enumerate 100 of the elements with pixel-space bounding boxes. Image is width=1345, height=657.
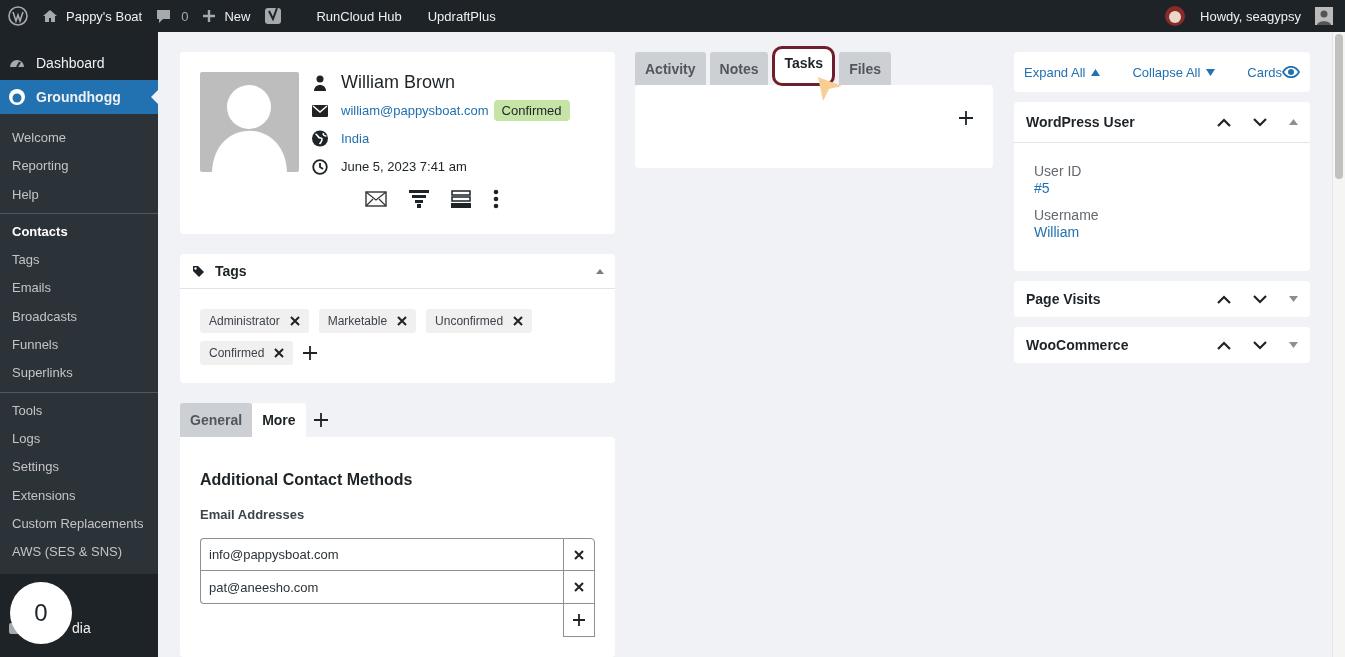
tab[interactable]: General	[180, 403, 253, 437]
tab[interactable]: Files	[839, 52, 892, 85]
notification-count[interactable]: 0	[10, 582, 72, 644]
tag-icon	[192, 264, 205, 278]
sidebar-item[interactable]: AWS (SES & SNS)	[0, 538, 158, 567]
comment-icon	[156, 8, 172, 24]
funnel-icon[interactable]	[408, 189, 429, 209]
globe-icon	[311, 130, 329, 147]
remove-button[interactable]	[563, 538, 595, 571]
sidebar-item[interactable]: Custom Replacements	[0, 509, 158, 539]
sidebar-item[interactable]: dia	[72, 620, 91, 637]
sidebar-item[interactable]: Tags	[0, 246, 158, 275]
triangle-down-icon	[1206, 68, 1216, 76]
sidebar-item[interactable]: Funnels	[0, 331, 158, 360]
stack-icon[interactable]	[450, 190, 471, 208]
comments-link[interactable]: 0	[156, 8, 189, 24]
close-icon	[574, 582, 584, 592]
input-field[interactable]: pat@aneesho.com	[200, 570, 563, 604]
add-icon[interactable]	[959, 111, 973, 125]
sidebar-item[interactable]: Welcome	[0, 124, 158, 153]
remove-icon[interactable]	[274, 348, 285, 358]
account-link[interactable]: Howdy, seagypsy	[1200, 8, 1301, 24]
clock-icon	[311, 158, 329, 175]
tag-label: Administrator	[209, 314, 280, 328]
new-link[interactable]: New	[202, 8, 251, 24]
move-up-icon[interactable]	[1217, 340, 1231, 350]
remove-icon[interactable]	[289, 316, 300, 326]
move-up-icon[interactable]	[1217, 117, 1231, 127]
move-down-icon[interactable]	[1253, 117, 1267, 127]
field-label: Username	[1034, 207, 1100, 223]
toggle-icon[interactable]	[1289, 119, 1298, 125]
move-up-icon[interactable]	[1217, 294, 1231, 304]
field-value-link[interactable]: #5	[1034, 180, 1050, 196]
tab[interactable]: Notes	[709, 52, 769, 85]
admin-bar-link[interactable]: UpdraftPlus	[427, 8, 496, 24]
lion-icon	[8, 88, 26, 106]
admin-bar-link[interactable]: RunCloud Hub	[316, 8, 402, 24]
panel-title: Tags	[215, 263, 247, 279]
tab[interactable]: More	[252, 403, 306, 437]
input-field[interactable]: info@pappysboat.com	[200, 538, 563, 571]
tab[interactable]: Tasks	[772, 46, 836, 86]
home-icon	[42, 9, 58, 23]
sidebar-item[interactable]: Emails	[0, 274, 158, 303]
triangle-up-icon	[1091, 68, 1101, 76]
contact-date: June 5, 2023 7:41 am	[341, 159, 467, 174]
email-link[interactable]: william@pappysboat.com	[341, 103, 489, 118]
field-label: User ID	[1034, 163, 1083, 179]
card-title: Page Visits	[1026, 291, 1101, 307]
toggle-icon[interactable]	[1289, 296, 1298, 302]
sidebar-item[interactable]: Reporting	[0, 152, 158, 181]
envelope-icon[interactable]	[364, 191, 387, 207]
expand-all-link[interactable]: Expand All	[1024, 64, 1101, 80]
remove-icon[interactable]	[513, 316, 524, 326]
collapse-all-link[interactable]: Collapse All	[1132, 64, 1216, 80]
site-link[interactable]: Pappy's Boat	[42, 8, 143, 24]
field-label: Email Addresses	[200, 507, 306, 522]
add-icon[interactable]	[313, 413, 328, 427]
remove-icon[interactable]	[397, 316, 408, 326]
sidebar-item[interactable]: Superlinks	[0, 359, 158, 388]
add-icon[interactable]	[303, 346, 318, 360]
more-icon[interactable]	[492, 189, 499, 209]
sidebar-item[interactable]: Help	[0, 180, 158, 209]
sidebar-item[interactable]: Logs	[0, 424, 158, 454]
wordpress-logo-icon[interactable]	[8, 6, 28, 26]
add-button[interactable]	[563, 603, 595, 637]
remove-button[interactable]	[563, 570, 595, 604]
eye-icon	[1282, 66, 1300, 78]
move-down-icon[interactable]	[1253, 294, 1267, 304]
sidebar-item[interactable]: Groundhogg	[0, 80, 158, 114]
sidebar-item[interactable]: Broadcasts	[0, 302, 158, 332]
sidebar-item[interactable]: Settings	[0, 453, 158, 482]
sidebar-item[interactable]: Dashboard	[0, 46, 158, 80]
section-title: Additional Contact Methods	[200, 471, 414, 489]
country-link[interactable]: India	[341, 131, 370, 146]
move-down-icon[interactable]	[1253, 340, 1267, 350]
cursor-icon	[817, 76, 843, 102]
close-icon	[574, 549, 584, 560]
tag-label: Unconfirmed	[435, 314, 504, 328]
tab[interactable]: Activity	[635, 52, 706, 85]
toggle-icon[interactable]	[1289, 342, 1298, 348]
mail-icon	[311, 104, 329, 117]
card-title: WooCommerce	[1026, 337, 1129, 353]
tag-label: Marketable	[327, 314, 388, 328]
collapse-toggle-icon[interactable]	[595, 268, 605, 274]
status-label: Confirmed	[493, 100, 570, 121]
sidebar-item[interactable]: Extensions	[0, 481, 158, 510]
sidebar-item[interactable]: Tools	[0, 396, 158, 425]
person-icon	[311, 74, 329, 91]
field-value-link[interactable]: William	[1034, 224, 1080, 240]
scrollbar-thumb[interactable]	[1335, 34, 1343, 179]
cards-link[interactable]: Cards	[1247, 64, 1300, 80]
contact-name: William Brown	[341, 72, 455, 93]
lion-logo-icon[interactable]	[1164, 5, 1187, 27]
seo-plugin-icon[interactable]	[264, 6, 283, 26]
plus-icon	[202, 9, 217, 23]
tag-label: Confirmed	[209, 346, 265, 360]
sidebar-item[interactable]: Contacts	[0, 217, 158, 247]
plus-icon	[573, 614, 585, 626]
avatar-icon[interactable]	[1315, 7, 1333, 25]
card-title: WordPress User	[1026, 114, 1135, 130]
